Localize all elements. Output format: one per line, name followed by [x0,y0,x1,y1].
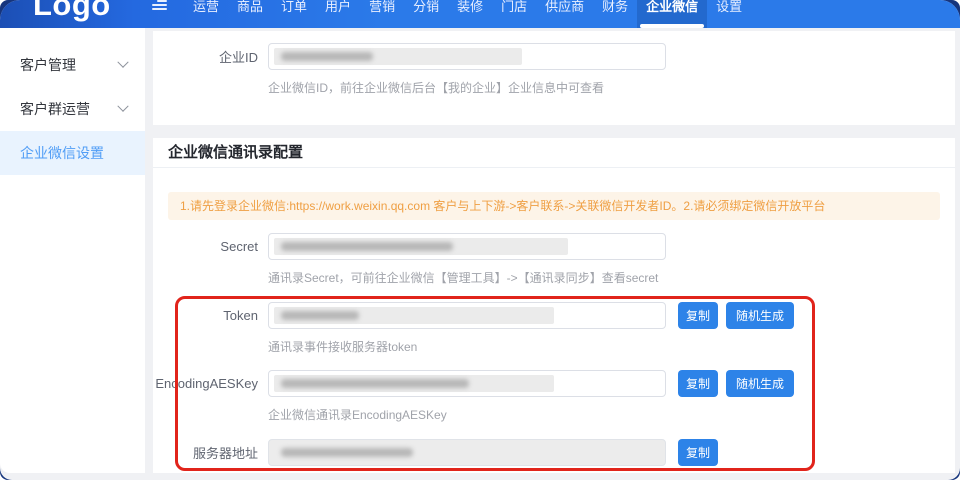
redacted-value [274,238,568,255]
nav-item-users[interactable]: 用户 [316,0,360,28]
redacted-value [274,375,554,392]
token-field: Token 复制 随机生成 通讯录事件接收服务器token [153,302,955,355]
token-copy-button[interactable]: 复制 [678,302,718,329]
contacts-config-card: 企业微信通讯录配置 1.请先登录企业微信:https://work.weixin… [153,138,955,473]
main-content: 企业ID 企业微信ID，前往企业微信后台【我的企业】企业信息中可查看 企业微信通… [153,28,955,473]
nav-item-wecom[interactable]: 企业微信 [637,0,707,28]
token-help-text: 通讯录事件接收服务器token [268,338,955,355]
corp-id-input[interactable] [268,43,666,70]
sidebar-item-label: 客户群运营 [20,99,90,119]
secret-help-text: 通讯录Secret，可前往企业微信【管理工具】->【通讯录同步】查看secret [268,269,955,286]
nav-item-settings[interactable]: 设置 [707,0,751,28]
nav-item-operations[interactable]: 运营 [184,0,228,28]
nav-item-decoration[interactable]: 装修 [448,0,492,28]
redacted-value [274,48,522,65]
corp-id-label: 企业ID [153,47,258,66]
nav-item-suppliers[interactable]: 供应商 [536,0,593,28]
top-navbar: Logo 运营 商品 订单 用户 营销 分销 装修 门店 供应商 财务 企业微信… [0,0,960,28]
aeskey-field: EncodingAESKey 复制 随机生成 企业微信通讯录EncodingAE… [153,370,955,423]
redacted-value [274,444,420,461]
chevron-down-icon [117,101,128,112]
sidebar-item-label: 企业微信设置 [20,143,104,163]
token-input[interactable] [268,302,666,329]
nav-item-marketing[interactable]: 营销 [360,0,404,28]
section-title: 企业微信通讯录配置 [153,138,955,168]
sidebar-item-customer-management[interactable]: 客户管理 [0,43,145,87]
logo[interactable]: Logo [33,0,111,23]
secret-label: Secret [153,239,258,254]
nav-item-orders[interactable]: 订单 [272,0,316,28]
chevron-down-icon [117,57,128,68]
aeskey-input[interactable] [268,370,666,397]
token-label: Token [153,308,258,323]
aeskey-label: EncodingAESKey [153,376,258,391]
redacted-value [274,307,554,324]
card-divider [153,125,955,138]
secret-input[interactable] [268,233,666,260]
aeskey-generate-button[interactable]: 随机生成 [726,370,794,397]
nav-item-goods[interactable]: 商品 [228,0,272,28]
warning-banner: 1.请先登录企业微信:https://work.weixin.qq.com 客户… [168,192,940,220]
nav-item-finance[interactable]: 财务 [593,0,637,28]
server-url-input [268,439,666,466]
app-window: Logo 运营 商品 订单 用户 营销 分销 装修 门店 供应商 财务 企业微信… [0,0,960,480]
server-url-field: 服务器地址 复制 [153,439,955,466]
sidebar: 客户管理 客户群运营 企业微信设置 [0,28,145,473]
corp-id-card: 企业ID 企业微信ID，前往企业微信后台【我的企业】企业信息中可查看 [153,31,955,125]
collapse-menu-icon[interactable] [152,0,167,12]
admin-page: Logo 运营 商品 订单 用户 营销 分销 装修 门店 供应商 财务 企业微信… [0,0,960,480]
aeskey-help-text: 企业微信通讯录EncodingAESKey [268,406,955,423]
secret-field: Secret 通讯录Secret，可前往企业微信【管理工具】->【通讯录同步】查… [153,233,955,286]
top-menu: 运营 商品 订单 用户 营销 分销 装修 门店 供应商 财务 企业微信 设置 [184,0,751,28]
server-url-label: 服务器地址 [153,443,258,462]
token-generate-button[interactable]: 随机生成 [726,302,794,329]
aeskey-copy-button[interactable]: 复制 [678,370,718,397]
sidebar-item-customer-group-ops[interactable]: 客户群运营 [0,87,145,131]
nav-item-distribution[interactable]: 分销 [404,0,448,28]
corp-id-help-text: 企业微信ID，前往企业微信后台【我的企业】企业信息中可查看 [268,79,955,96]
server-url-copy-button[interactable]: 复制 [678,439,718,466]
sidebar-item-wecom-settings[interactable]: 企业微信设置 [0,131,145,175]
sidebar-item-label: 客户管理 [20,55,76,75]
nav-item-stores[interactable]: 门店 [492,0,536,28]
